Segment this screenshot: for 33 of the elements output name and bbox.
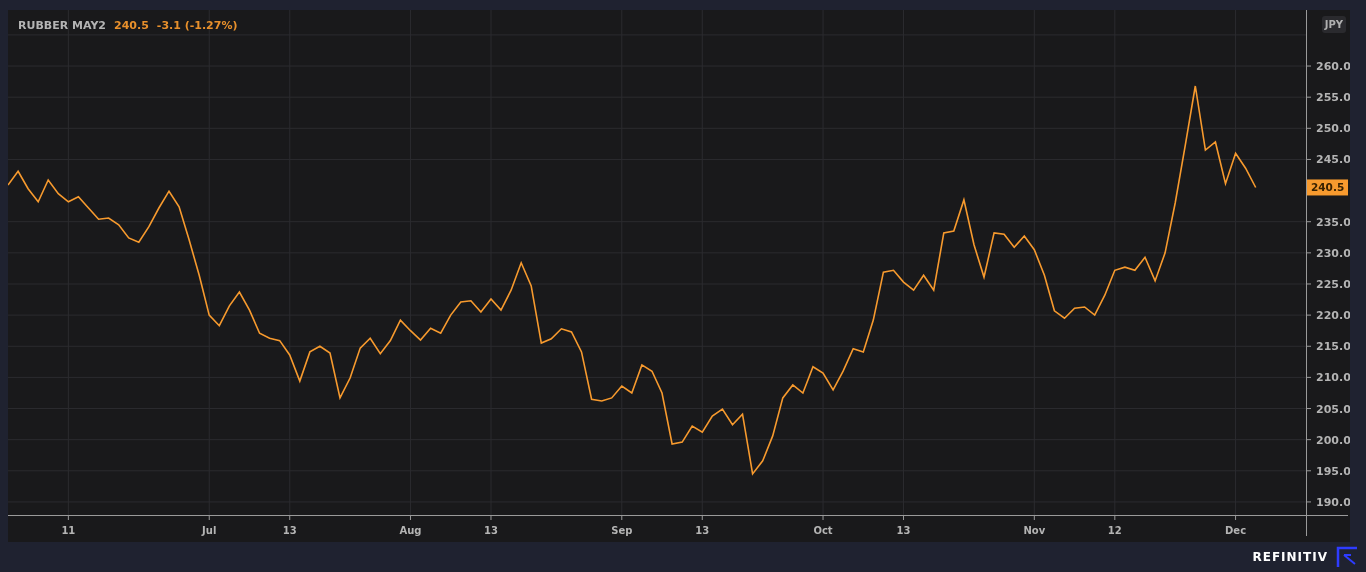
axis-label: 225.0: [1316, 278, 1350, 291]
axis-label: 215.0: [1316, 340, 1350, 354]
axis-label: Dec: [1225, 525, 1247, 536]
axis-label: 260.0: [1316, 60, 1350, 74]
last-price: 240.5: [114, 18, 149, 34]
axis-label: 210.0: [1316, 371, 1350, 385]
axis-label: Jul: [202, 525, 217, 536]
axis-label: 11: [61, 525, 76, 536]
axis-label: 13: [695, 525, 710, 536]
logo-icon: [1336, 546, 1358, 568]
price-marker: 240.5: [1307, 179, 1348, 196]
axis-label: 250.0: [1316, 122, 1350, 136]
axis-label: 13: [896, 525, 911, 536]
price-change: -3.1 (-1.27%): [156, 18, 238, 34]
brand-name: REFINITIV: [1252, 549, 1328, 566]
axis-label: Sep: [611, 525, 633, 536]
axis-label: 12: [1107, 525, 1122, 536]
currency-badge[interactable]: JPY: [1321, 16, 1346, 33]
axis-label: Nov: [1023, 525, 1046, 536]
axis-label: Aug: [399, 525, 422, 536]
axis-label: 200.0: [1316, 433, 1350, 447]
axis-label: 195.0: [1316, 464, 1350, 478]
axis-label: 230.0: [1316, 246, 1350, 260]
symbol-label: RUBBER MAY2: [18, 18, 106, 34]
axis-label: 205.0: [1316, 402, 1350, 416]
axis-label: 220.0: [1316, 309, 1350, 323]
axis-label: 13: [282, 525, 297, 536]
axis-label: 13: [484, 525, 498, 536]
axis-label: 255.0: [1316, 91, 1350, 105]
axis-label: 245.0: [1316, 153, 1350, 167]
axis-label: 190.0: [1316, 495, 1350, 509]
axis-label: Oct: [813, 525, 833, 536]
axis-label: 235.0: [1316, 215, 1350, 229]
